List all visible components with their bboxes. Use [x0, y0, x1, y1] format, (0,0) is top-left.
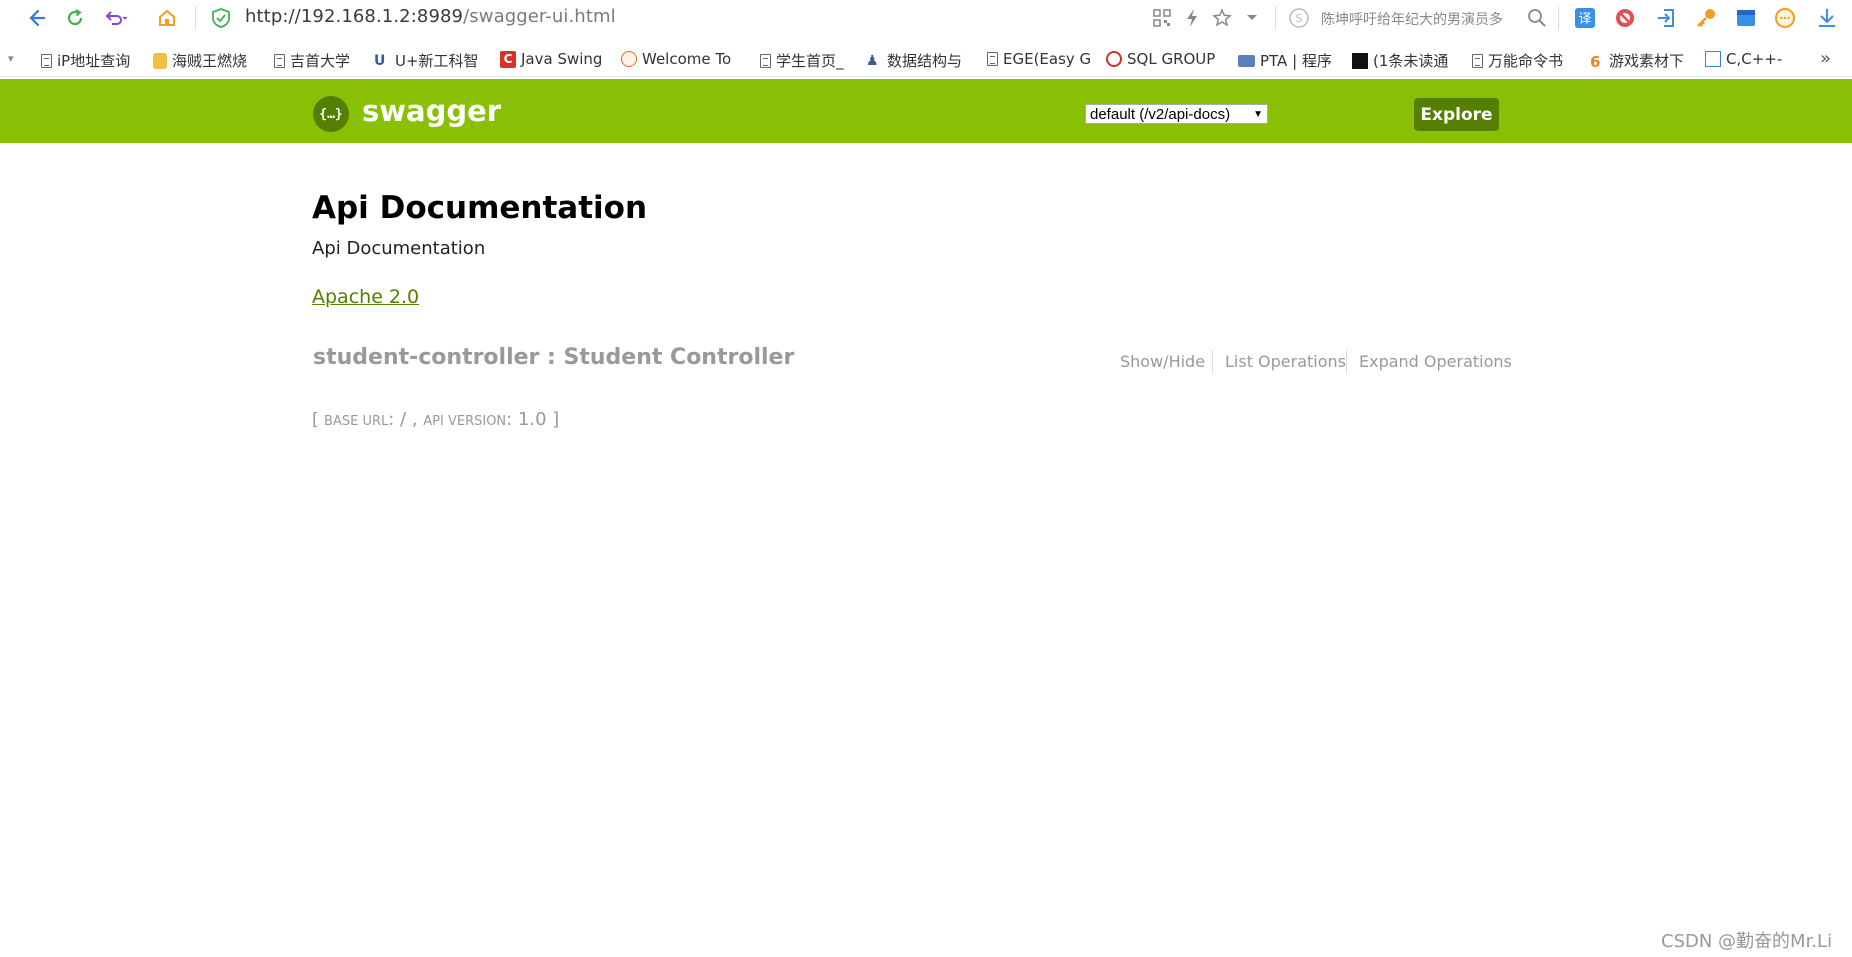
browser-toolbar: http://192.168.1.2:8989/swagger-ui.html …: [0, 0, 1852, 36]
bookmark-item[interactable]: (1条未读通: [1352, 50, 1448, 71]
download-icon[interactable]: [1815, 6, 1839, 30]
undo-icon[interactable]: [103, 6, 127, 30]
face-icon: [621, 51, 637, 67]
api-version-label: Api Version: [423, 414, 507, 429]
star-icon[interactable]: [1210, 6, 1234, 30]
user-icon: ♟: [866, 52, 879, 69]
api-spec-select-value: default (/v2/api-docs): [1090, 105, 1231, 123]
api-spec-select[interactable]: default (/v2/api-docs) ▼: [1085, 104, 1268, 124]
bookmark-item[interactable]: 6 游戏素材下: [1590, 50, 1684, 71]
bookmarks-collapse-icon[interactable]: ▾: [8, 52, 14, 65]
bookmark-item[interactable]: ♟ 数据结构与: [866, 50, 962, 71]
bookmark-item[interactable]: 海贼王燃烧: [153, 50, 247, 71]
url-host: http://192.168.1.2:8989: [245, 6, 464, 27]
bookmarks-bar: ▾ iP地址查询 海贼王燃烧 吉首大学 U U+新工科智 C Java Swing …: [0, 44, 1852, 77]
black-icon: [1352, 52, 1368, 69]
image-icon: [153, 52, 167, 69]
bookmark-item[interactable]: C Java Swing: [500, 50, 602, 68]
login-icon[interactable]: [1654, 6, 1678, 30]
search-engine-icon[interactable]: S: [1287, 6, 1311, 30]
bookmark-item[interactable]: 学生首页_: [760, 50, 844, 71]
emoji-icon[interactable]: [1773, 6, 1797, 30]
bookmark-label: 学生首页_: [776, 52, 844, 70]
show-hide-link[interactable]: Show/Hide: [1120, 352, 1205, 371]
bookmark-label: Welcome To: [642, 50, 732, 68]
svg-text:S: S: [1296, 12, 1303, 25]
back-icon[interactable]: [24, 6, 48, 30]
address-bar[interactable]: http://192.168.1.2:8989/swagger-ui.html: [245, 6, 616, 27]
bookmark-label: U+新工科智: [395, 52, 479, 70]
ops-divider: [1212, 350, 1213, 374]
doc-icon: [41, 53, 52, 68]
bookmark-label: 游戏素材下: [1609, 52, 1685, 70]
base-url-label: Base URL: [324, 414, 389, 429]
base-info: [ Base URL: / , Api Version: 1.0 ]: [312, 409, 559, 430]
bookmark-item[interactable]: C,C++-: [1705, 50, 1782, 68]
toolbar-divider: [1558, 6, 1559, 30]
controller-title[interactable]: student-controller : Student Controller: [313, 345, 794, 370]
sql-icon: [1106, 51, 1122, 67]
expand-operations-link[interactable]: Expand Operations: [1359, 352, 1512, 371]
bookmark-label: 海贼王燃烧: [172, 52, 248, 70]
bookmark-label: SQL GROUP: [1127, 50, 1216, 68]
home-icon[interactable]: [155, 6, 179, 30]
license-link[interactable]: Apache 2.0: [312, 286, 419, 308]
bookmark-label: iP地址查询: [57, 52, 131, 70]
list-operations-link[interactable]: List Operations: [1225, 352, 1346, 371]
pta-icon: [1238, 54, 1255, 67]
ops-divider: [1346, 350, 1347, 374]
swagger-logo-icon[interactable]: {…}: [313, 96, 349, 132]
explore-button[interactable]: Explore: [1414, 98, 1499, 131]
bookmark-item[interactable]: iP地址查询: [41, 50, 130, 71]
c-red-icon: C: [500, 50, 516, 68]
media-icon[interactable]: [1734, 6, 1758, 30]
chevron-down-icon[interactable]: [1240, 6, 1264, 30]
url-path: /swagger-ui.html: [463, 6, 616, 27]
bookmark-item[interactable]: 万能命令书: [1472, 50, 1563, 71]
key-icon[interactable]: [1694, 6, 1718, 30]
swagger-header: [0, 79, 1852, 143]
blue-icon: [1705, 51, 1721, 67]
bookmark-item[interactable]: EGE(Easy G: [987, 50, 1091, 68]
qr-code-icon[interactable]: [1150, 6, 1174, 30]
bookmark-item[interactable]: SQL GROUP: [1106, 50, 1215, 68]
doc-icon: [274, 53, 285, 68]
translate-icon[interactable]: 译: [1573, 6, 1597, 30]
bookmark-label: C,C++-: [1726, 50, 1783, 68]
u-icon: U: [374, 52, 386, 69]
bookmark-label: EGE(Easy G: [1003, 50, 1092, 68]
base-info-open: [: [312, 410, 325, 430]
bookmark-label: 吉首大学: [290, 52, 351, 70]
bookmark-label: (1条未读通: [1373, 52, 1449, 70]
search-icon[interactable]: [1525, 6, 1549, 30]
toolbar-divider: [195, 6, 196, 30]
search-input[interactable]: 陈坤呼吁给年纪大的男演员多: [1321, 9, 1521, 29]
six-icon: 6: [1590, 52, 1601, 71]
lightning-icon[interactable]: [1180, 6, 1204, 30]
bookmark-label: 万能命令书: [1488, 52, 1564, 70]
doc-icon: [987, 52, 998, 66]
bookmark-label: Java Swing: [521, 50, 603, 68]
page-title: Api Documentation: [312, 190, 648, 226]
bookmark-item[interactable]: PTA | 程序: [1238, 50, 1332, 71]
watermark: CSDN @勤奋的Mr.Li: [1661, 931, 1833, 952]
bookmark-label: PTA | 程序: [1260, 52, 1332, 70]
more-bookmarks-icon[interactable]: »: [1820, 48, 1831, 69]
adblock-icon[interactable]: [1613, 6, 1637, 30]
api-description: Api Documentation: [312, 238, 486, 259]
base-url-value: : / ,: [388, 409, 424, 430]
svg-text:译: 译: [1578, 12, 1591, 27]
doc-icon: [1472, 53, 1483, 68]
toolbar-divider: [1275, 6, 1276, 30]
swagger-brand[interactable]: swagger: [362, 94, 501, 128]
reload-icon[interactable]: [63, 6, 87, 30]
bookmark-label: 数据结构与: [887, 52, 963, 70]
dropdown-arrow-icon: ▼: [1253, 108, 1263, 120]
secure-shield-icon[interactable]: [210, 7, 232, 29]
api-version-value: : 1.0 ]: [506, 409, 560, 430]
bookmark-item[interactable]: Welcome To: [621, 50, 731, 68]
bookmark-item[interactable]: U U+新工科智: [374, 50, 479, 71]
doc-icon: [760, 53, 771, 68]
bookmark-item[interactable]: 吉首大学: [274, 50, 350, 71]
